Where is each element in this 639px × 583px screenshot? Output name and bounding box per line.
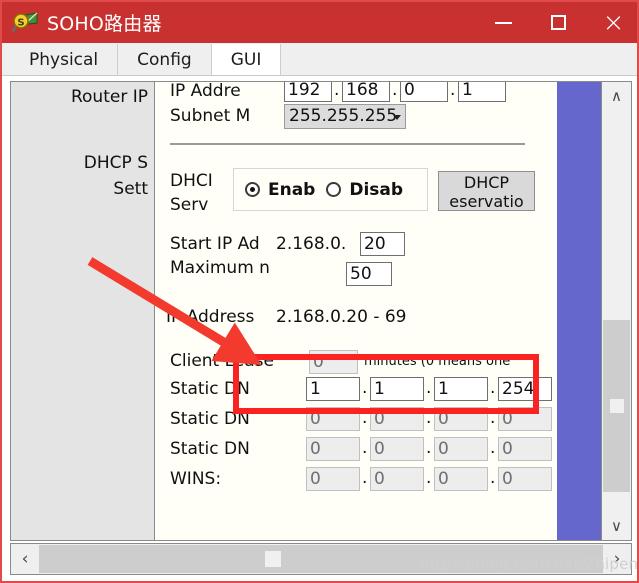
sidebar-item-settings: Sett bbox=[113, 179, 148, 199]
dhcp-enable-option[interactable]: Enab bbox=[245, 180, 315, 200]
ip-dot-1: . bbox=[334, 81, 340, 100]
static-dns3-octet-3[interactable]: 0 bbox=[434, 437, 488, 461]
wins-dot-2: . bbox=[426, 468, 432, 488]
radio-selected-icon bbox=[245, 182, 260, 197]
dns2-dot-3: . bbox=[490, 408, 496, 428]
ip-address-octet-2[interactable]: 168 bbox=[342, 82, 390, 102]
dns1-dot-2: . bbox=[426, 378, 432, 398]
client-lease-input[interactable]: 0 bbox=[309, 350, 358, 374]
tab-physical[interactable]: Physical bbox=[10, 44, 119, 75]
ip-dot-2: . bbox=[392, 81, 398, 100]
dns2-dot-1: . bbox=[362, 408, 368, 428]
scroll-left-icon[interactable]: ‹ bbox=[11, 544, 39, 574]
tab-gui[interactable]: GUI bbox=[211, 44, 282, 75]
dns3-dot-1: . bbox=[362, 438, 368, 458]
static-dns2-octet-3[interactable]: 0 bbox=[434, 407, 488, 431]
title-bar: S SOHO路由器 × bbox=[2, 2, 637, 46]
vertical-scroll-thumb[interactable] bbox=[603, 320, 630, 492]
minimize-button[interactable] bbox=[476, 2, 531, 43]
subnet-mask-select[interactable]: 255.255.255 bbox=[284, 104, 406, 129]
subnet-mask-label: Subnet M bbox=[170, 106, 251, 126]
wins-octet-3[interactable]: 0 bbox=[434, 467, 488, 491]
maximize-button[interactable] bbox=[531, 2, 586, 43]
ip-range-value: 2.168.0.20 - 69 bbox=[276, 307, 407, 327]
start-ip-last-octet[interactable]: 20 bbox=[360, 232, 405, 256]
dns1-dot-3: . bbox=[490, 378, 496, 398]
static-dns2-octet-1[interactable]: 0 bbox=[306, 407, 360, 431]
static-dns3-octet-2[interactable]: 0 bbox=[370, 437, 424, 461]
wins-octet-1[interactable]: 0 bbox=[306, 467, 360, 491]
client-lease-label: Client Lease bbox=[170, 351, 274, 371]
scroll-up-icon[interactable]: ∧ bbox=[602, 82, 631, 110]
selection-highlight-band bbox=[557, 82, 601, 540]
dhcp-server-label-line1: DHCI bbox=[170, 171, 213, 191]
maximum-users-label: Maximum n bbox=[170, 258, 270, 278]
packet-tracer-icon: S bbox=[11, 10, 38, 36]
ip-address-octet-3[interactable]: 0 bbox=[400, 82, 448, 102]
wins-label: WINS: bbox=[170, 469, 222, 489]
static-dns1-octet-3[interactable]: 1 bbox=[434, 377, 488, 401]
dhcp-reservation-line1: DHCP bbox=[463, 173, 510, 192]
ip-address-label: IP Addre bbox=[170, 81, 241, 101]
ip-range-label: IP Address bbox=[166, 307, 255, 327]
maximum-users-input[interactable]: 50 bbox=[346, 262, 392, 286]
dns1-dot-1: . bbox=[362, 378, 368, 398]
dhcp-disable-label: Disab bbox=[349, 179, 404, 200]
sidebar-item-dhcp-server: DHCP S bbox=[83, 153, 148, 173]
static-dns3-octet-1[interactable]: 0 bbox=[306, 437, 360, 461]
dhcp-server-label-line2: Serv bbox=[170, 195, 209, 215]
static-dns2-octet-2[interactable]: 0 bbox=[370, 407, 424, 431]
wins-dot-1: . bbox=[362, 468, 368, 488]
static-dns2-octet-4[interactable]: 0 bbox=[498, 407, 552, 431]
scroll-down-icon[interactable]: ∨ bbox=[602, 512, 631, 540]
start-ip-label: Start IP Ad bbox=[170, 234, 260, 254]
tab-strip: Physical Config GUI bbox=[2, 43, 637, 76]
sidebar-item-router-ip: Router IP bbox=[70, 87, 148, 107]
tab-config[interactable]: Config bbox=[118, 44, 212, 75]
vertical-scroll-grip bbox=[610, 399, 624, 413]
wins-octet-2[interactable]: 0 bbox=[370, 467, 424, 491]
dns3-dot-2: . bbox=[426, 438, 432, 458]
section-divider bbox=[170, 143, 525, 145]
dhcp-disable-option[interactable]: Disab bbox=[326, 180, 403, 200]
window-controls: × bbox=[476, 2, 637, 46]
dhcp-enable-label: Enab bbox=[268, 179, 316, 200]
wins-octet-4[interactable]: 0 bbox=[498, 467, 552, 491]
dhcp-reservation-button[interactable]: DHCP eservatio bbox=[438, 171, 535, 211]
client-lease-note: minutes (0 means one bbox=[364, 354, 511, 369]
ip-address-octet-4[interactable]: 1 bbox=[458, 82, 506, 102]
section-label-pane: Router IP DHCP S Sett bbox=[11, 82, 155, 540]
application-window: S SOHO路由器 × Physical Config GUI Router I… bbox=[0, 0, 639, 583]
static-dns1-label: Static DN bbox=[170, 379, 250, 399]
static-dns1-octet-1[interactable]: 1 bbox=[306, 377, 360, 401]
ip-dot-3: . bbox=[450, 81, 456, 100]
start-ip-prefix: 2.168.0. bbox=[276, 234, 347, 254]
dns3-dot-3: . bbox=[490, 438, 496, 458]
horizontal-scroll-grip[interactable] bbox=[265, 551, 281, 567]
svg-text:S: S bbox=[17, 17, 24, 28]
static-dns1-octet-4[interactable]: 254 bbox=[498, 377, 552, 401]
static-dns2-label: Static DN bbox=[170, 409, 250, 429]
gui-content-panel: Router IP DHCP S Sett IP Addre 192 . 168… bbox=[10, 81, 632, 541]
subnet-mask-value: 255.255.255 bbox=[289, 106, 398, 126]
chevron-down-icon bbox=[393, 115, 401, 120]
static-dns1-octet-2[interactable]: 1 bbox=[370, 377, 424, 401]
watermark-text: https://blog.csdn.net/ZhipenYe bbox=[420, 555, 639, 573]
dhcp-server-radio-group: Enab Disab bbox=[233, 168, 428, 211]
window-title: SOHO路由器 bbox=[47, 13, 162, 35]
close-button[interactable]: × bbox=[586, 2, 637, 46]
static-dns3-label: Static DN bbox=[170, 439, 250, 459]
dns2-dot-2: . bbox=[426, 408, 432, 428]
radio-unselected-icon bbox=[326, 182, 342, 197]
dhcp-reservation-line2: eservatio bbox=[449, 192, 524, 211]
static-dns3-octet-4[interactable]: 0 bbox=[498, 437, 552, 461]
vertical-scrollbar[interactable]: ∧ ∨ bbox=[601, 82, 631, 540]
ip-address-octet-1[interactable]: 192 bbox=[284, 82, 332, 102]
wins-dot-3: . bbox=[490, 468, 496, 488]
